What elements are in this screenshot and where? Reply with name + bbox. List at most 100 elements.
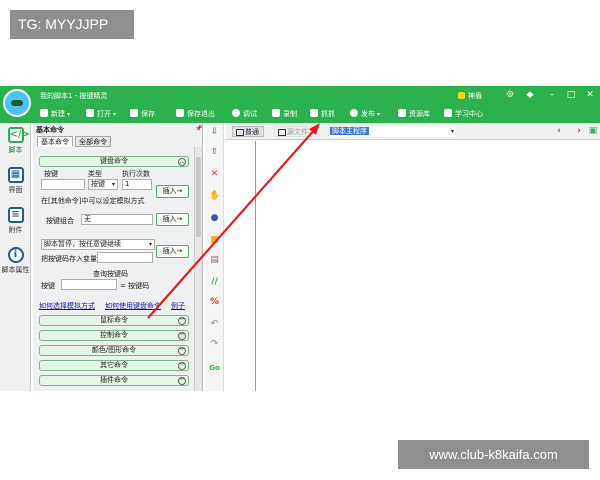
save-code-label: 把按键码存入变量 [41, 255, 97, 263]
resources-button[interactable]: 资源库 [398, 109, 430, 119]
new-label: 新建 [51, 110, 65, 118]
resources-icon [398, 109, 406, 117]
nav-label: 脚本属性 [1, 266, 30, 274]
procedure-select[interactable]: 脚本主程序 ▾ [330, 127, 456, 137]
record-label: 录制 [283, 110, 297, 118]
uncomment-icon[interactable]: % [209, 297, 220, 308]
expand-icon: ︾ [178, 377, 186, 385]
publish-button[interactable]: 发布 ▾ [350, 109, 380, 119]
folder-icon[interactable]: ■ [209, 235, 220, 246]
key-input[interactable] [41, 179, 85, 190]
keyboard-group-header[interactable]: 键盘命令 ︽ [39, 156, 189, 167]
capture-icon [310, 109, 318, 117]
move-up-icon[interactable]: ⇧ [209, 147, 220, 158]
save-icon [130, 109, 138, 117]
next-arrow-icon[interactable]: › [574, 126, 584, 136]
command-panel: 基本命令 📌 基本命令 全部命令 键盘命令 ︽ 按键 类型 执行次数 按键 ▾ 1 … [33, 123, 203, 391]
nav-item-attachment[interactable]: ≡ 附件 [0, 207, 31, 235]
learn-button[interactable]: 学习中心 [444, 109, 483, 119]
nav-item-properties[interactable]: i 脚本属性 [0, 247, 31, 275]
panel-scrollbar[interactable] [194, 147, 202, 391]
other-group-header[interactable]: 其它命令 ︾ [39, 360, 189, 371]
editor-toolbar: 普通 源文件 脚本主程序 ▾ ‹ › ▣ [226, 123, 600, 140]
insert-keyboard-button[interactable]: 插入→ [156, 185, 189, 198]
app-logo [3, 89, 31, 117]
capture-button[interactable]: 抓抓 [310, 109, 335, 119]
expand-icon: ︾ [178, 362, 186, 370]
expand-icon: ︾ [178, 317, 186, 325]
delete-icon[interactable]: ✕ [209, 169, 220, 180]
goto-icon[interactable]: Go [209, 363, 220, 374]
info-icon: i [7, 247, 24, 263]
procedure-value: 脚本主程序 [330, 127, 369, 135]
undo-icon[interactable]: ↶ [209, 319, 220, 330]
pin-icon[interactable]: 📌 [195, 125, 202, 132]
save-label: 保存 [141, 110, 155, 118]
pro-badge[interactable]: 神盾 [458, 91, 482, 101]
watermark-bottom-right: www.club-k8kaifa.com [398, 440, 589, 469]
save-exit-icon [176, 109, 184, 117]
new-button[interactable]: 新建 ▾ [40, 109, 70, 119]
minimize-icon[interactable]: – [546, 89, 558, 101]
combo-input[interactable]: 无 [81, 214, 153, 225]
folder-icon [86, 109, 94, 117]
debug-button[interactable]: 调试 [232, 109, 257, 119]
nav-label: 附件 [8, 226, 23, 234]
save-exit-button[interactable]: 保存退出 [176, 109, 215, 119]
record-button[interactable]: 录制 [272, 109, 297, 119]
group-label: 控制命令 [100, 331, 128, 339]
group-label: 颜色/图形命令 [91, 346, 137, 354]
save-button[interactable]: 保存 [130, 109, 155, 119]
prev-arrow-icon[interactable]: ‹ [554, 126, 564, 136]
other-command-hint: 在[其他命令]中可以设定模拟方式 [41, 197, 145, 205]
open-button[interactable]: 打开 ▾ [86, 109, 116, 119]
redo-icon[interactable]: ↷ [209, 339, 220, 350]
type-select[interactable]: 按键 ▾ [88, 179, 118, 190]
user-icon[interactable]: ● [209, 213, 220, 224]
tab-normal-view[interactable]: 普通 [232, 126, 264, 137]
insert-pause-button[interactable]: 插入→ [156, 245, 189, 258]
query-key-input[interactable] [61, 279, 117, 290]
main-toolbar: 新建 ▾ 打开 ▾ 保存 保存退出 调试 录制 抓抓 发布 ▾ 资源库 学习中心 [0, 105, 600, 123]
nav-label: 脚本 [8, 146, 23, 154]
layout-icon[interactable]: ▣ [588, 126, 598, 136]
hand-icon[interactable]: ✋ [209, 191, 220, 202]
publish-icon [350, 109, 358, 117]
scrollbar-thumb[interactable] [196, 157, 201, 237]
publish-label: 发布 [361, 110, 375, 118]
link-keyboard-usage[interactable]: 如何使用键盘命令 [105, 301, 161, 311]
collapse-icon: ︽ [178, 158, 186, 166]
pause-value: 脚本暂停，按任意键继续 [44, 240, 121, 248]
link-sim-mode[interactable]: 如何选择模拟方式 [39, 301, 95, 311]
move-down-icon[interactable]: ⇩ [209, 127, 220, 138]
nav-item-script[interactable]: </> 脚本 [0, 127, 31, 155]
pause-select[interactable]: 脚本暂停，按任意键继续 ▾ [41, 239, 155, 250]
query-code-label: = 按键码 [120, 282, 150, 290]
paste-icon[interactable]: ▤ [209, 255, 220, 266]
link-example[interactable]: 例子 [171, 301, 185, 311]
mouse-group-header[interactable]: 鼠标命令 ︾ [39, 315, 189, 326]
save-code-input[interactable] [97, 252, 153, 263]
color-group-header[interactable]: 颜色/图形命令 ︾ [39, 345, 189, 356]
group-label: 键盘命令 [100, 157, 128, 165]
vertical-toolbar: ⇩ ⇧ ✕ ✋ ● ■ ▤ // % ↶ ↷ Go [205, 123, 224, 391]
tab-source-view[interactable]: 源文件 [274, 126, 313, 137]
nav-item-interface[interactable]: ▦ 界面 [0, 167, 31, 195]
attachment-icon: ≡ [7, 207, 24, 223]
plugin-group-header[interactable]: 插件命令 ︾ [39, 375, 189, 386]
close-icon[interactable]: ✕ [584, 89, 596, 101]
expand-icon: ︾ [178, 332, 186, 340]
left-nav: </> 脚本 ▦ 界面 ≡ 附件 i 脚本属性 [0, 123, 31, 391]
times-input[interactable]: 1 [122, 179, 152, 190]
control-group-header[interactable]: 控制命令 ︾ [39, 330, 189, 341]
tab-basic-commands[interactable]: 基本命令 [37, 136, 73, 147]
skin-icon[interactable]: ◆ [524, 89, 536, 101]
comment-icon[interactable]: // [209, 277, 220, 288]
tab-all-commands[interactable]: 全部命令 [75, 136, 111, 147]
nav-label: 界面 [8, 186, 23, 194]
script-editor: 普通 源文件 脚本主程序 ▾ ‹ › ▣ [226, 123, 600, 391]
settings-icon[interactable]: ⚙ [504, 89, 516, 101]
col-times-label: 执行次数 [122, 170, 150, 178]
maximize-icon[interactable]: □ [565, 89, 577, 101]
insert-combo-button[interactable]: 插入→ [156, 213, 189, 226]
